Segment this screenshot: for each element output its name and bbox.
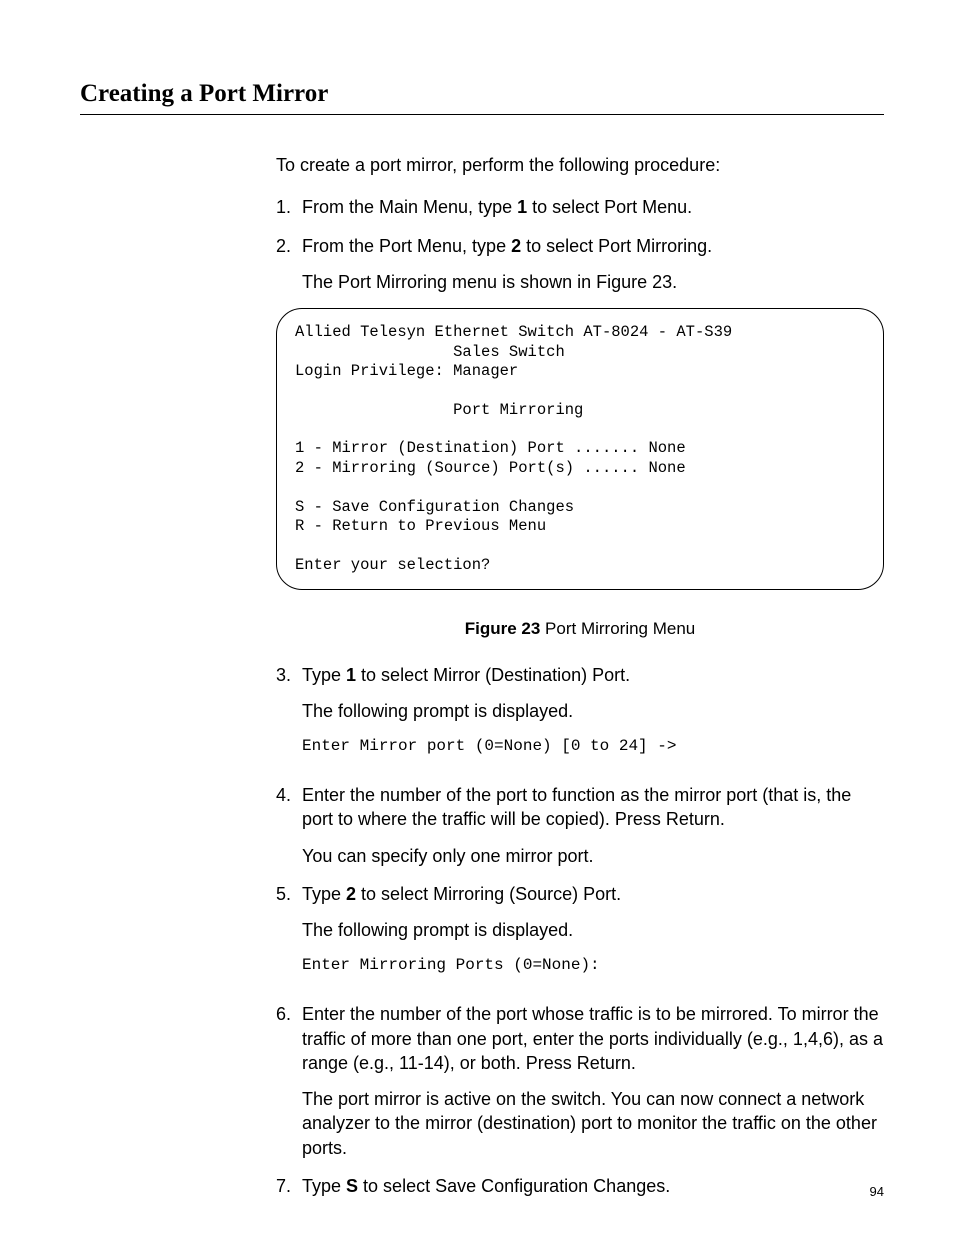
content-body: To create a port mirror, perform the fol… xyxy=(276,153,884,1198)
step-body: Enter the number of the port to function… xyxy=(302,783,884,868)
figure-text: Port Mirroring Menu xyxy=(540,619,695,638)
step-text: From the Port Menu, type 2 to select Por… xyxy=(302,234,884,258)
step-body: From the Main Menu, type 1 to select Por… xyxy=(302,195,884,219)
section-title: Creating a Port Mirror xyxy=(80,80,884,115)
procedure-step: 7.Type S to select Save Configuration Ch… xyxy=(276,1174,884,1198)
step-text: Enter the number of the port to function… xyxy=(302,783,884,832)
step-body: Type 1 to select Mirror (Destination) Po… xyxy=(302,663,884,769)
prompt-text: Enter Mirror port (0=None) [0 to 24] -> xyxy=(302,736,884,758)
step-text: From the Main Menu, type 1 to select Por… xyxy=(302,195,884,219)
step-text: Type S to select Save Configuration Chan… xyxy=(302,1174,884,1198)
step-number: 1. xyxy=(276,195,302,219)
terminal-screen: Allied Telesyn Ethernet Switch AT-8024 -… xyxy=(276,308,884,590)
procedure-step: 1.From the Main Menu, type 1 to select P… xyxy=(276,195,884,219)
step-after-text: The following prompt is displayed. xyxy=(302,918,884,942)
emphasis: S xyxy=(346,1176,358,1196)
step-body: Enter the number of the port whose traff… xyxy=(302,1002,884,1160)
emphasis: 1 xyxy=(346,665,356,685)
intro-text: To create a port mirror, perform the fol… xyxy=(276,153,884,177)
step-after-text: The following prompt is displayed. xyxy=(302,699,884,723)
procedure-step: 6.Enter the number of the port whose tra… xyxy=(276,1002,884,1160)
step-text: Type 2 to select Mirroring (Source) Port… xyxy=(302,882,884,906)
page-number: 94 xyxy=(870,1184,884,1199)
figure-caption: Figure 23 Port Mirroring Menu xyxy=(276,618,884,641)
figure-label: Figure 23 xyxy=(465,619,541,638)
procedure-step: 4.Enter the number of the port to functi… xyxy=(276,783,884,868)
step-after-text: The Port Mirroring menu is shown in Figu… xyxy=(302,270,884,294)
step-number: 6. xyxy=(276,1002,302,1160)
emphasis: 2 xyxy=(346,884,356,904)
step-number: 2. xyxy=(276,234,302,295)
step-body: Type 2 to select Mirroring (Source) Port… xyxy=(302,882,884,988)
procedure-step: 2.From the Port Menu, type 2 to select P… xyxy=(276,234,884,295)
step-number: 3. xyxy=(276,663,302,769)
emphasis: 2 xyxy=(511,236,521,256)
step-text: Enter the number of the port whose traff… xyxy=(302,1002,884,1075)
step-after-text: You can specify only one mirror port. xyxy=(302,844,884,868)
step-body: Type S to select Save Configuration Chan… xyxy=(302,1174,884,1198)
step-number: 7. xyxy=(276,1174,302,1198)
procedure-step: 5.Type 2 to select Mirroring (Source) Po… xyxy=(276,882,884,988)
step-number: 4. xyxy=(276,783,302,868)
step-body: From the Port Menu, type 2 to select Por… xyxy=(302,234,884,295)
emphasis: 1 xyxy=(517,197,527,217)
procedure-step: 3.Type 1 to select Mirror (Destination) … xyxy=(276,663,884,769)
step-number: 5. xyxy=(276,882,302,988)
step-text: Type 1 to select Mirror (Destination) Po… xyxy=(302,663,884,687)
prompt-text: Enter Mirroring Ports (0=None): xyxy=(302,955,884,977)
step-after-text: The port mirror is active on the switch.… xyxy=(302,1087,884,1160)
